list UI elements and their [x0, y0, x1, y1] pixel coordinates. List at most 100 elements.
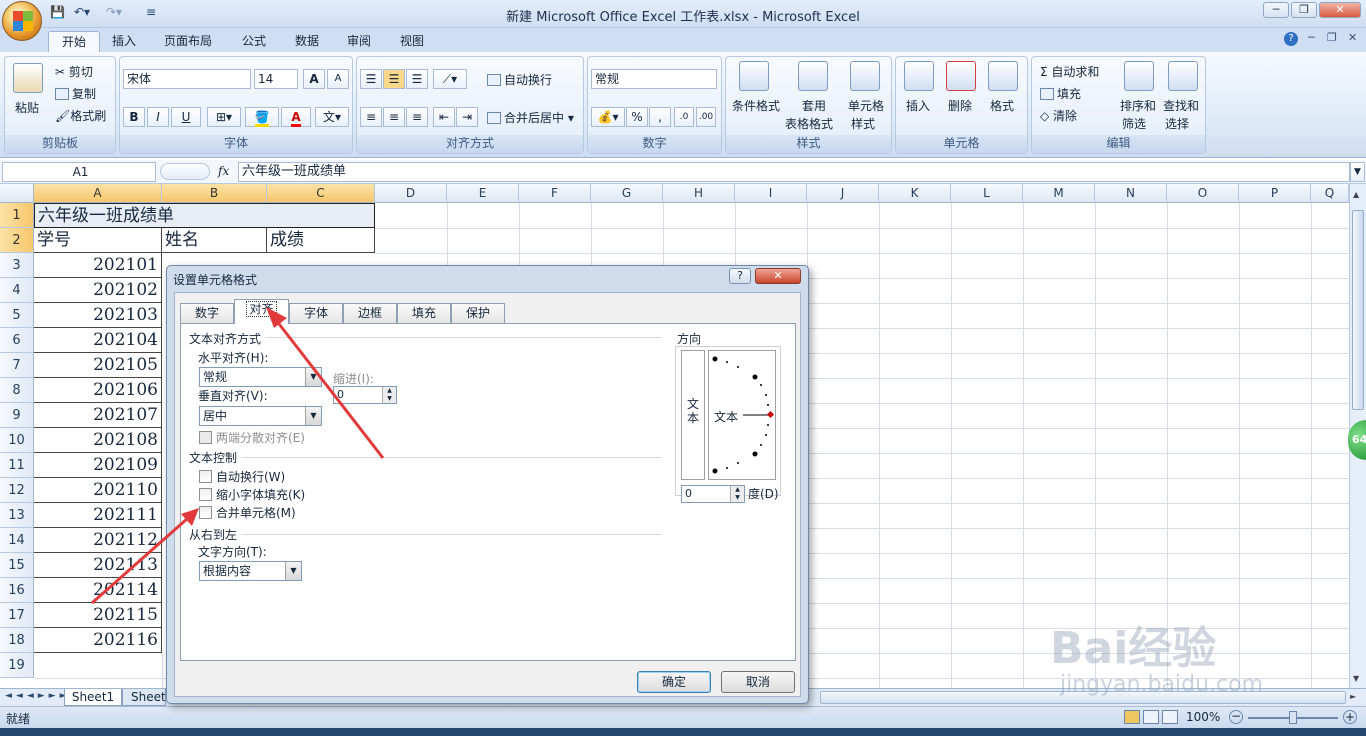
justify-distributed-checkbox[interactable]	[199, 431, 212, 444]
column-header-n[interactable]: N	[1095, 184, 1167, 203]
office-button[interactable]	[2, 1, 42, 41]
cell-a16[interactable]: 202114	[34, 578, 162, 603]
clear-button[interactable]: ◇ 清除	[1040, 107, 1077, 124]
find-select-line1[interactable]: 查找和	[1163, 97, 1199, 114]
phonetic-button[interactable]: 文▾	[315, 107, 349, 127]
column-header-h[interactable]: H	[663, 184, 735, 203]
italic-button[interactable]: I	[147, 107, 169, 127]
dialog-tab-font[interactable]: 字体	[289, 303, 343, 323]
close-button[interactable]: ✕	[1319, 2, 1361, 18]
normal-view-icon[interactable]	[1124, 710, 1140, 724]
row-header-18[interactable]: 18	[0, 628, 34, 653]
cell-a5[interactable]: 202103	[34, 303, 162, 328]
dialog-tab-protection[interactable]: 保护	[451, 303, 505, 323]
grow-font-button[interactable]: A	[303, 69, 325, 89]
tab-insert[interactable]: 插入	[99, 31, 149, 52]
align-center-button[interactable]: ≡	[383, 107, 405, 127]
sheet-tab-sheet2[interactable]: Sheet	[122, 689, 166, 706]
tab-home[interactable]: 开始	[48, 31, 101, 52]
fill-color-button[interactable]: 🪣	[245, 107, 279, 127]
orientation-button[interactable]: ⟋▾	[433, 69, 467, 89]
save-icon[interactable]: 💾	[50, 5, 65, 19]
format-as-table-line1[interactable]: 套用	[802, 97, 826, 114]
degrees-spinner[interactable]: 0 ▲ ▼	[681, 485, 745, 503]
row-header-17[interactable]: 17	[0, 603, 34, 628]
cell-a6[interactable]: 202104	[34, 328, 162, 353]
row-header-6[interactable]: 6	[0, 328, 34, 353]
cell-a13[interactable]: 202111	[34, 503, 162, 528]
minimize-button[interactable]: ─	[1263, 2, 1289, 18]
zoom-out-icon[interactable]: −	[1229, 710, 1243, 724]
cell-styles-button[interactable]: 样式	[851, 115, 875, 132]
increase-indent-button[interactable]: ⇥	[456, 107, 478, 127]
row-header-11[interactable]: 11	[0, 453, 34, 478]
column-header-m[interactable]: M	[1023, 184, 1095, 203]
row-header-13[interactable]: 13	[0, 503, 34, 528]
horizontal-align-select[interactable]: 常规 ▼	[199, 367, 322, 387]
cell-a8[interactable]: 202106	[34, 378, 162, 403]
row-header-10[interactable]: 10	[0, 428, 34, 453]
font-color-button[interactable]: A	[281, 107, 311, 127]
underline-button[interactable]: U	[171, 107, 201, 127]
help-icon[interactable]: ?	[1284, 32, 1298, 46]
dialog-tab-alignment[interactable]: 对齐	[234, 299, 289, 324]
tab-page-layout[interactable]: 页面布局	[151, 31, 225, 52]
indent-spinner[interactable]: 0 ▲ ▼	[333, 386, 397, 404]
cell-a10[interactable]: 202108	[34, 428, 162, 453]
align-left-button[interactable]: ≡	[360, 107, 382, 127]
tab-review[interactable]: 审阅	[334, 31, 384, 52]
column-header-k[interactable]: K	[879, 184, 951, 203]
wrap-text-checkbox[interactable]	[199, 470, 212, 483]
vertical-align-select[interactable]: 居中 ▼	[199, 406, 322, 426]
autosum-button[interactable]: Σ 自动求和	[1040, 63, 1099, 80]
row-header-4[interactable]: 4	[0, 278, 34, 303]
scroll-up-icon[interactable]: ▲	[1353, 190, 1359, 199]
comma-button[interactable]: ,	[649, 107, 671, 127]
sort-filter-button[interactable]: 筛选	[1122, 115, 1146, 132]
align-bottom-button[interactable]: ☰	[406, 69, 428, 89]
font-name-select[interactable]: 宋体	[123, 69, 251, 89]
column-header-d[interactable]: D	[375, 184, 447, 203]
format-as-table-button[interactable]: 表格格式	[785, 115, 833, 132]
column-header-c[interactable]: C	[267, 184, 375, 203]
ribbon-restore-icon[interactable]: ❐	[1327, 31, 1337, 44]
decrease-indent-button[interactable]: ⇤	[433, 107, 455, 127]
column-header-b[interactable]: B	[162, 184, 267, 203]
formula-input[interactable]: 六年级一班成绩单	[238, 162, 1350, 182]
column-header-p[interactable]: P	[1239, 184, 1311, 203]
bold-button[interactable]: B	[123, 107, 145, 127]
row-header-14[interactable]: 14	[0, 528, 34, 553]
format-painter-button[interactable]: 🖌格式刷	[55, 107, 106, 124]
column-header-f[interactable]: F	[519, 184, 591, 203]
cell-a4[interactable]: 202102	[34, 278, 162, 303]
ok-button[interactable]: 确定	[637, 671, 711, 693]
decrease-decimal-button[interactable]: .00	[696, 107, 716, 127]
row-header-16[interactable]: 16	[0, 578, 34, 603]
cell-a3[interactable]: 202101	[34, 253, 162, 278]
merge-center-button[interactable]: 合并后居中 ▾	[487, 109, 574, 126]
cell-c2[interactable]: 成绩	[267, 228, 375, 253]
scroll-down-icon[interactable]: ▼	[1353, 674, 1359, 683]
accounting-button[interactable]: 💰▾	[591, 107, 625, 127]
align-right-button[interactable]: ≡	[406, 107, 428, 127]
align-top-button[interactable]: ☰	[360, 69, 382, 89]
formula-expand-button[interactable]: ▼	[1350, 162, 1365, 182]
column-header-j[interactable]: J	[807, 184, 879, 203]
formula-expand-handle[interactable]	[160, 163, 210, 180]
cell-a14[interactable]: 202112	[34, 528, 162, 553]
dialog-tab-number[interactable]: 数字	[180, 303, 234, 323]
restore-button[interactable]: ❐	[1291, 2, 1317, 18]
cut-button[interactable]: ✂ 剪切	[55, 63, 93, 80]
merge-cells-checkbox[interactable]	[199, 506, 212, 519]
wrap-text-button[interactable]: 自动换行	[487, 71, 552, 88]
cell-a9[interactable]: 202107	[34, 403, 162, 428]
find-select-button[interactable]: 选择	[1165, 115, 1189, 132]
tab-data[interactable]: 数据	[282, 31, 332, 52]
row-header-19[interactable]: 19	[0, 653, 34, 678]
percent-button[interactable]: %	[626, 107, 648, 127]
column-header-a[interactable]: A	[34, 184, 162, 203]
cell-b2[interactable]: 姓名	[162, 228, 267, 253]
cell-a15[interactable]: 202113	[34, 553, 162, 578]
orientation-dial[interactable]: 文本	[708, 350, 776, 480]
vertical-scroll-thumb[interactable]	[1352, 210, 1364, 410]
